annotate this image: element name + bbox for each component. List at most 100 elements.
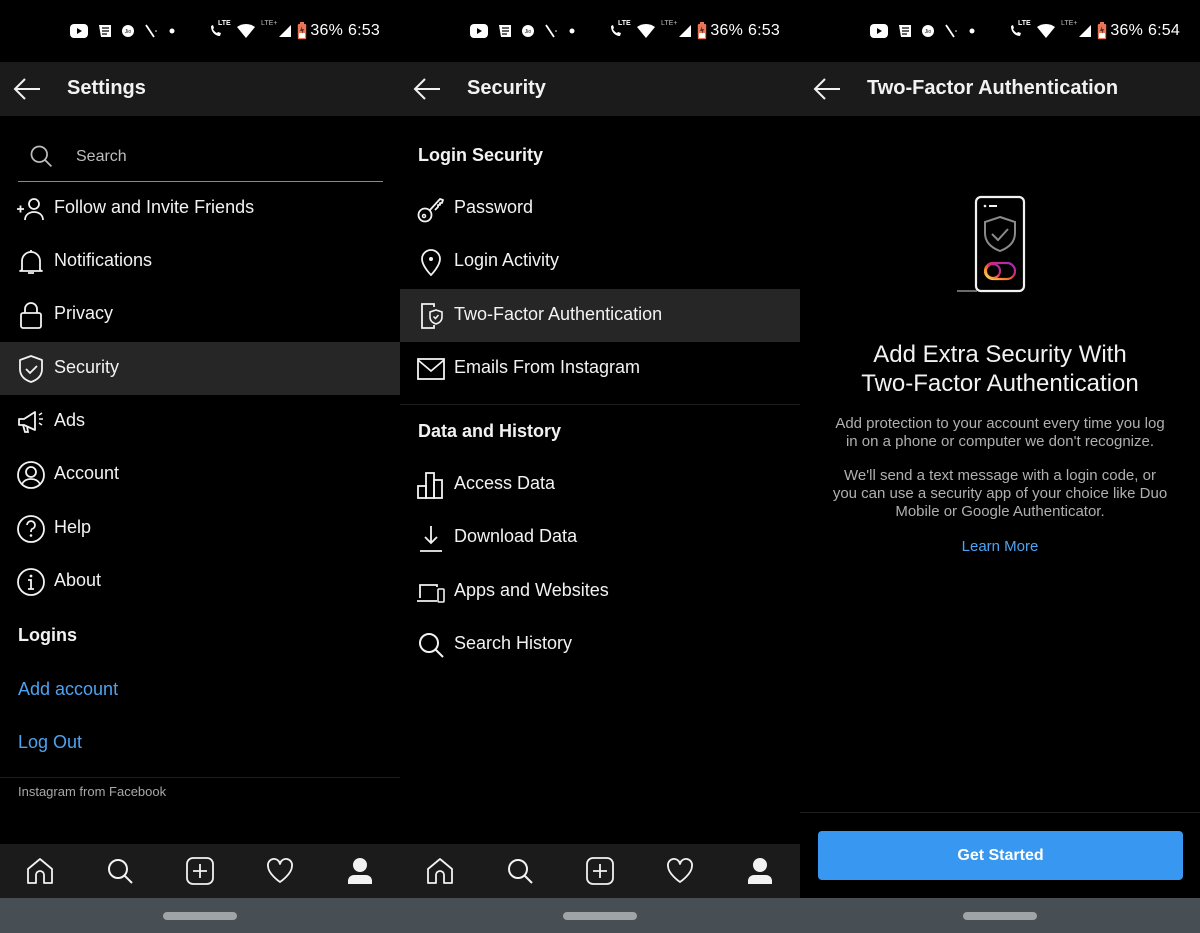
add-account-link[interactable]: Add account bbox=[18, 679, 118, 700]
youtube-icon bbox=[470, 24, 488, 38]
wifi-icon bbox=[1037, 24, 1055, 38]
item-label: Search History bbox=[454, 633, 573, 653]
home-gesture-pill[interactable] bbox=[563, 912, 637, 920]
item-label: Apps and Websites bbox=[454, 580, 609, 600]
phone-shield-icon bbox=[416, 301, 446, 331]
wifi-icon bbox=[237, 24, 255, 38]
news-icon bbox=[498, 24, 512, 38]
two-factor-description-2: We'll send a text message with a login c… bbox=[832, 467, 1168, 520]
settings-item-follow-invite[interactable]: Follow and Invite Friends bbox=[0, 182, 400, 235]
settings-item-ads[interactable]: Ads bbox=[0, 395, 400, 448]
status-bar: LTE LTE+ 36% 6:53 bbox=[400, 0, 800, 62]
two-factor-description: Add protection to your account every tim… bbox=[835, 415, 1165, 450]
phone-shield-illustration bbox=[955, 193, 1045, 295]
item-label: About bbox=[54, 570, 102, 590]
item-label: Access Data bbox=[454, 473, 556, 493]
search-icon[interactable] bbox=[505, 856, 535, 886]
section-divider bbox=[400, 404, 800, 405]
settings-item-privacy[interactable]: Privacy bbox=[0, 288, 400, 341]
settings-item-security[interactable]: Security bbox=[0, 342, 400, 395]
item-label: Account bbox=[54, 463, 120, 483]
item-label: Login Activity bbox=[454, 250, 560, 270]
missed-call-icon bbox=[544, 24, 558, 38]
back-arrow-icon[interactable] bbox=[812, 76, 842, 102]
footer-text: Instagram from Facebook bbox=[18, 784, 167, 799]
get-started-button[interactable]: Get Started bbox=[818, 831, 1183, 880]
security-item-download-data[interactable]: Download Data bbox=[400, 511, 800, 564]
system-nav-bar bbox=[400, 898, 800, 933]
volte-call-icon: LTE bbox=[609, 20, 631, 38]
volte-call-icon: LTE bbox=[1009, 20, 1031, 38]
lte-plus-icon: LTE+ bbox=[661, 20, 678, 27]
help-circle-icon bbox=[16, 514, 46, 544]
battery-percent: 36% bbox=[710, 22, 744, 39]
battery-icon bbox=[297, 22, 307, 40]
home-icon[interactable] bbox=[425, 856, 455, 886]
home-icon[interactable] bbox=[25, 856, 55, 886]
learn-more-link[interactable]: Learn More bbox=[800, 538, 1200, 555]
security-item-search-history[interactable]: Search History bbox=[400, 618, 800, 671]
signal-icon bbox=[679, 25, 691, 37]
activity-heart-icon[interactable] bbox=[265, 856, 295, 886]
item-label: Password bbox=[454, 197, 534, 217]
page-title: Security bbox=[467, 77, 546, 99]
security-item-apps-websites[interactable]: Apps and Websites bbox=[400, 565, 800, 618]
home-gesture-pill[interactable] bbox=[163, 912, 237, 920]
app-bar: Security bbox=[400, 62, 800, 116]
settings-screen: LTE LTE+ 36% 6:53 Settings Search Follow… bbox=[0, 0, 400, 933]
item-label: Privacy bbox=[54, 303, 114, 323]
security-item-access-data[interactable]: Access Data bbox=[400, 458, 800, 511]
phone-outline bbox=[974, 195, 1026, 293]
lte-plus-icon: LTE+ bbox=[261, 20, 278, 27]
page-title: Two-Factor Authentication bbox=[867, 77, 1119, 99]
settings-item-notifications[interactable]: Notifications bbox=[0, 235, 400, 288]
search-icon[interactable] bbox=[105, 856, 135, 886]
news-icon bbox=[898, 24, 912, 38]
security-screen: LTE LTE+ 36% 6:53 Security Login Securit… bbox=[400, 0, 800, 933]
lock-icon bbox=[16, 300, 46, 330]
clock: 6:53 bbox=[748, 22, 780, 39]
news-icon bbox=[98, 24, 112, 38]
jio-icon bbox=[522, 25, 534, 37]
missed-call-icon bbox=[144, 24, 158, 38]
home-gesture-pill[interactable] bbox=[963, 912, 1037, 920]
status-bar: LTE LTE+ 36% 6:54 bbox=[800, 0, 1200, 62]
settings-item-help[interactable]: Help bbox=[0, 502, 400, 555]
battery-icon bbox=[1097, 22, 1107, 40]
jio-icon bbox=[122, 25, 134, 37]
bar-chart-icon bbox=[416, 470, 446, 500]
account-circle-icon bbox=[16, 460, 46, 490]
back-arrow-icon[interactable] bbox=[12, 76, 42, 102]
security-item-two-factor[interactable]: Two-Factor Authentication bbox=[400, 289, 800, 342]
app-bar: Two-Factor Authentication bbox=[800, 62, 1200, 116]
key-icon bbox=[416, 194, 446, 224]
settings-item-about[interactable]: About bbox=[0, 555, 400, 608]
security-item-emails[interactable]: Emails From Instagram bbox=[400, 342, 800, 395]
clock: 6:53 bbox=[348, 22, 380, 39]
info-circle-icon bbox=[16, 567, 46, 597]
security-item-password[interactable]: Password bbox=[400, 182, 800, 235]
new-post-icon[interactable] bbox=[585, 856, 615, 886]
two-factor-heading: Add Extra Security With Two-Factor Authe… bbox=[861, 341, 1139, 397]
settings-item-account[interactable]: Account bbox=[0, 448, 400, 501]
search-icon bbox=[416, 630, 446, 660]
profile-icon[interactable] bbox=[345, 856, 375, 886]
log-out-link[interactable]: Log Out bbox=[18, 732, 82, 753]
bottom-nav bbox=[0, 844, 400, 898]
profile-icon[interactable] bbox=[745, 856, 775, 886]
battery-icon bbox=[697, 22, 707, 40]
search-input[interactable]: Search bbox=[18, 138, 383, 182]
dot-icon bbox=[568, 27, 576, 35]
devices-icon bbox=[416, 577, 446, 607]
item-label: Help bbox=[54, 517, 92, 537]
add-person-icon bbox=[16, 194, 46, 224]
security-item-login-activity[interactable]: Login Activity bbox=[400, 235, 800, 288]
activity-heart-icon[interactable] bbox=[665, 856, 695, 886]
new-post-icon[interactable] bbox=[185, 856, 215, 886]
back-arrow-icon[interactable] bbox=[412, 76, 442, 102]
mail-icon bbox=[416, 354, 446, 384]
item-label: Two-Factor Authentication bbox=[454, 304, 663, 324]
youtube-icon bbox=[870, 24, 888, 38]
item-label: Follow and Invite Friends bbox=[54, 197, 255, 217]
signal-icon bbox=[279, 25, 291, 37]
